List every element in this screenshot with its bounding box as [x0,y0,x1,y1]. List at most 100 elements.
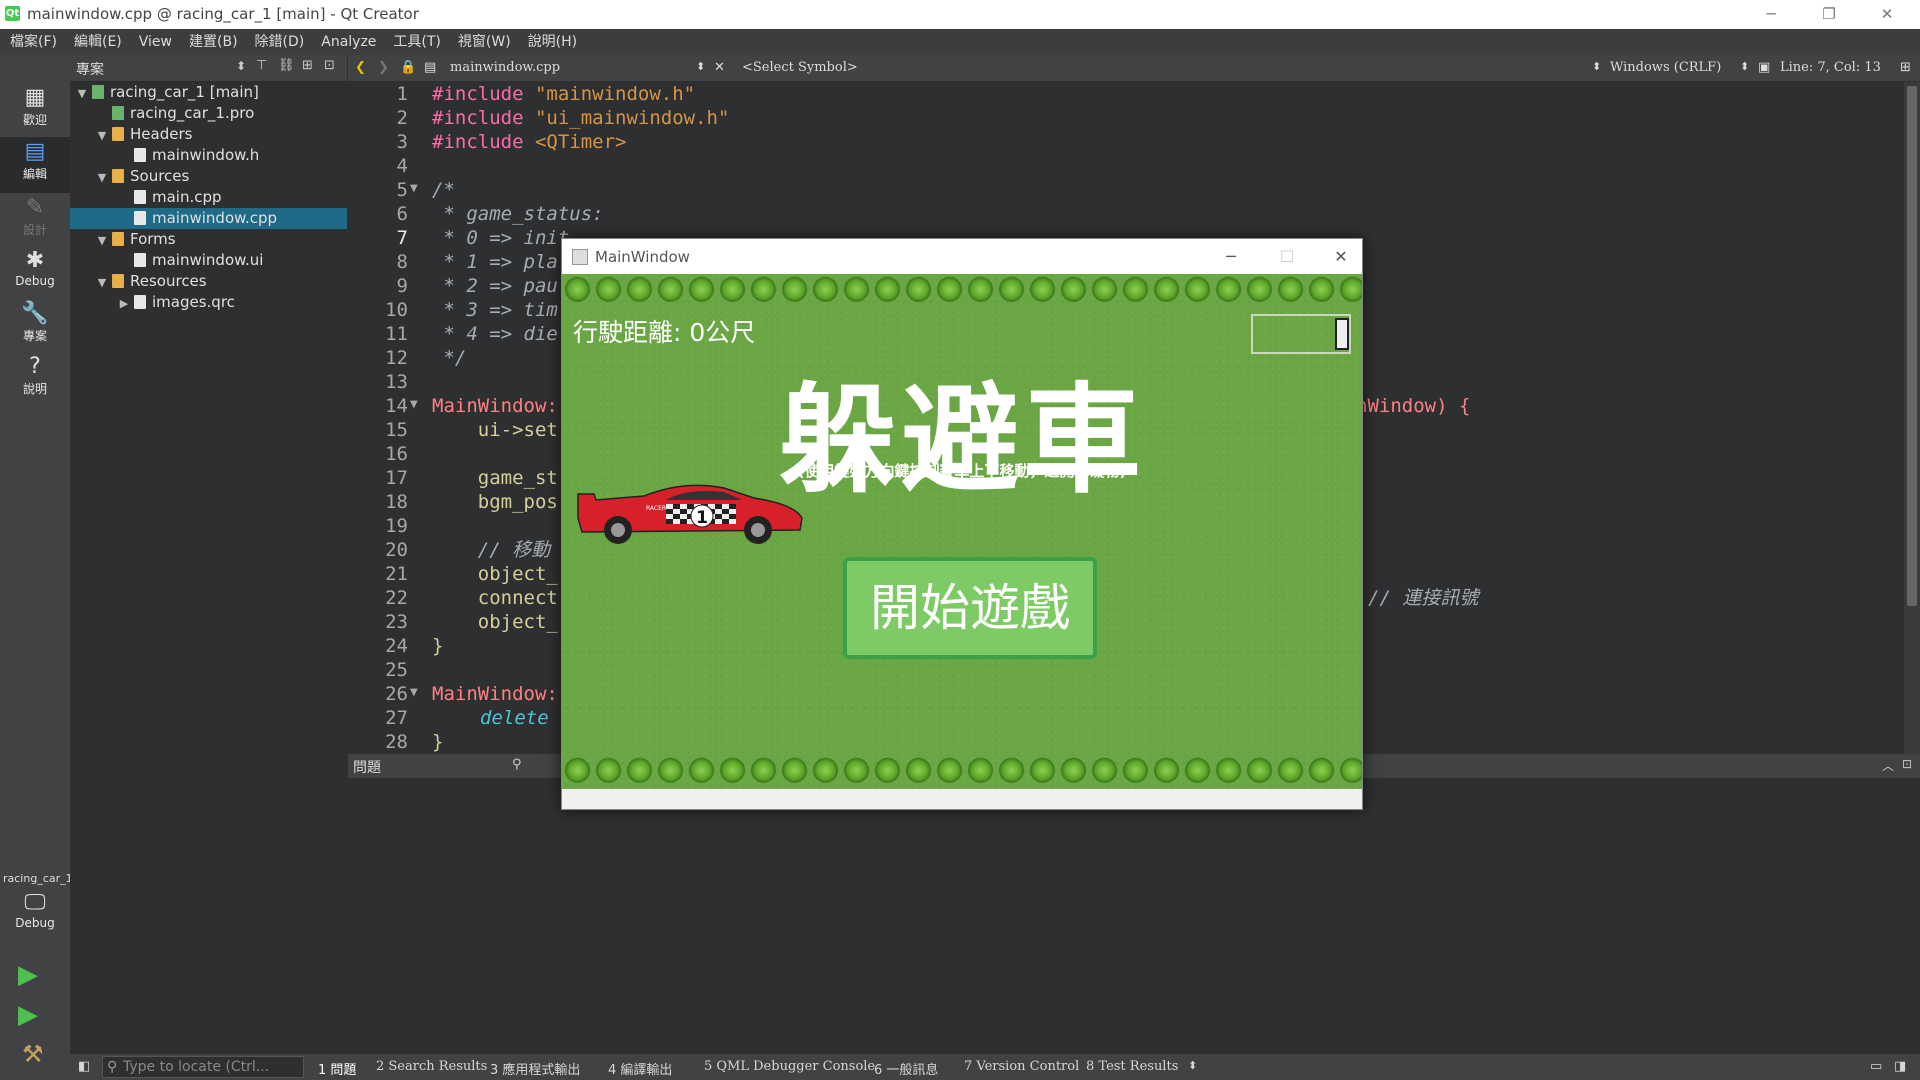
fold-arrow-icon[interactable]: ▼ [410,183,418,194]
tree-node-mainwindow-cpp[interactable]: mainwindow.cpp [70,208,347,229]
mode-design[interactable]: ✎ 設計 [0,195,70,243]
menu-window[interactable]: 視窗(W) [448,29,518,55]
code-line: * 1 => pla [432,251,558,273]
tree-node-mainwindow-ui[interactable]: mainwindow.ui [70,250,347,271]
expand-arrow-icon[interactable]: ▼ [94,125,110,146]
game-maximize-button[interactable]: ☐ [1264,239,1310,274]
forward-arrow-icon[interactable]: ❯ [378,60,389,75]
mode-help[interactable]: ? 說明 [0,354,70,402]
game-minimize-button[interactable]: ─ [1208,239,1254,274]
tree-label: racing_car_1.pro [130,104,255,122]
menu-debug[interactable]: 除錯(D) [245,29,312,55]
line-number: 23 [385,611,408,633]
tab-test-results[interactable]: 8 Test Results [1086,1059,1178,1074]
tab-search-results[interactable]: 2 Search Results [376,1059,487,1074]
start-game-button[interactable]: 開始遊戲 [843,557,1097,659]
expand-arrow-icon[interactable]: ▶ [116,293,132,314]
fold-arrow-icon[interactable]: ▼ [410,399,418,410]
menu-file[interactable]: 檔案(F) [0,29,64,55]
menu-analyze[interactable]: Analyze [311,29,383,55]
expand-arrow-icon[interactable]: ▼ [94,272,110,293]
game-window: MainWindow ─ ☐ ✕ 行駛距離: 0公尺 躲避車 (使用鍵盤方向鍵控… [561,238,1363,810]
restore-button[interactable]: ❐ [1806,0,1852,29]
locate-input[interactable]: ⚲ Type to locate (Ctrl... [102,1056,304,1078]
link-icon[interactable]: ⛓ [278,58,295,73]
tree-node-sources[interactable]: ▼ Sources [70,166,347,187]
split-editor-icon[interactable]: ⊞ [1900,60,1911,75]
tree-node-project[interactable]: ▼ racing_car_1 [main] [70,82,347,103]
expand-arrow-icon[interactable]: ▼ [94,230,110,251]
expand-arrow-icon[interactable]: ▼ [94,167,110,188]
symbol-dropdown-arrow-icon[interactable]: ⬍ [1592,60,1601,73]
more-tabs-arrow-icon[interactable]: ⬍ [1188,1059,1197,1072]
run-button[interactable]: ▶ [18,960,38,990]
split-icon[interactable]: ⊞ [302,58,313,73]
tree-label: Sources [130,167,190,185]
mode-debug[interactable]: ✱ Debug [0,248,70,296]
file-icon [134,211,146,225]
close-document-icon[interactable]: ✕ [714,60,725,75]
scrollbar-thumb[interactable] [1907,86,1917,606]
menu-tools[interactable]: 工具(T) [383,29,447,55]
fold-arrow-icon[interactable]: ▼ [410,687,418,698]
close-panel-icon[interactable]: ⊡ [324,58,335,73]
minimize-button[interactable]: ─ [1748,0,1794,29]
kit-selector[interactable]: 🖵 Debug [0,890,70,940]
tree-node-mainwindow-h[interactable]: mainwindow.h [70,145,347,166]
back-arrow-icon[interactable]: ❮ [355,60,366,75]
editor-scrollbar[interactable] [1904,82,1920,754]
code-token: #include [432,107,535,129]
line-number: 12 [385,347,408,369]
filter-icon[interactable]: ⚲ [512,757,522,772]
filter-icon[interactable]: ⊤ [256,58,267,73]
menu-edit[interactable]: 編輯(E) [64,29,129,55]
maximize-pane-icon[interactable]: ︿ [1882,757,1894,774]
tab-qml-debugger-console[interactable]: 5 QML Debugger Console [704,1059,875,1074]
tree-node-resources[interactable]: ▼ Resources [70,271,347,292]
line-ending-dropdown-arrow-icon[interactable]: ⬍ [1740,60,1749,73]
locate-placeholder: Type to locate (Ctrl... [123,1059,270,1075]
game-close-button[interactable]: ✕ [1318,239,1364,274]
line-ending-selector[interactable]: Windows (CRLF) [1610,60,1721,75]
bottom-bush-border [562,755,1362,789]
mode-welcome[interactable]: ▦ 歡迎 [0,85,70,133]
code-line: connect [432,587,558,609]
tree-node-forms[interactable]: ▼ Forms [70,229,347,250]
tab-application-output[interactable]: 3 應用程式輸出 [490,1059,580,1078]
grid-icon: ▦ [24,85,46,110]
tab-issues[interactable]: 1 問題 [318,1059,356,1078]
folder-icon [112,274,124,288]
project-panel-title: 專案 [76,62,104,78]
tree-node-main-cpp[interactable]: main.cpp [70,187,347,208]
tab-compile-output[interactable]: 4 編譯輸出 [608,1059,672,1078]
menu-build[interactable]: 建置(B) [179,29,245,55]
progress-details-icon[interactable]: ▭ [1870,1059,1882,1074]
mode-edit[interactable]: ▤ 編輯 [0,137,70,193]
toggle-sidebar-icon[interactable]: ◧ [78,1059,90,1074]
game-field[interactable]: 行駛距離: 0公尺 躲避車 (使用鍵盤方向鍵控制賽車上下移動，避開障礙物) 1 … [562,274,1362,789]
tab-version-control[interactable]: 7 Version Control [964,1059,1079,1074]
debug-run-button[interactable]: ▶ [18,1000,38,1030]
tree-node-pro-file[interactable]: racing_car_1.pro [70,103,347,124]
menu-help[interactable]: 說明(H) [518,29,584,55]
dropdown-arrow-icon[interactable]: ⬍ [236,59,246,73]
close-button[interactable]: ✕ [1864,0,1910,29]
line-number: 16 [385,443,408,465]
expand-arrow-icon[interactable]: ▼ [74,83,90,104]
close-pane-icon[interactable]: ⊡ [1902,757,1912,771]
line-number: 4 [396,155,408,177]
mode-projects[interactable]: 🔧 專案 [0,301,70,349]
menu-view[interactable]: View [129,29,179,55]
tree-node-headers[interactable]: ▼ Headers [70,124,347,145]
tree-node-images-qrc[interactable]: ▶ images.qrc [70,292,347,313]
symbol-selector[interactable]: <Select Symbol> [742,60,858,75]
line-number: 19 [385,515,408,537]
tab-general-messages[interactable]: 6 一般訊息 [874,1059,938,1078]
build-hammer-button[interactable]: ⚒ [22,1040,44,1068]
line-number: 1 [396,83,408,105]
open-file-selector[interactable]: mainwindow.cpp [450,60,560,75]
cursor-position[interactable]: Line: 7, Col: 13 [1780,60,1881,75]
toggle-output-icon[interactable]: ◨ [1894,1059,1906,1074]
file-icon [134,190,146,204]
file-dropdown-arrow-icon[interactable]: ⬍ [696,60,705,73]
